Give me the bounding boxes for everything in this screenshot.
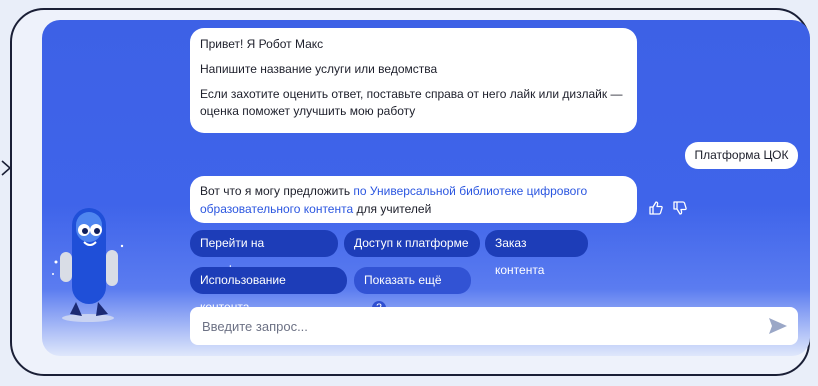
send-icon[interactable] [768, 317, 788, 335]
chevron-right-icon [1, 160, 12, 176]
access-platform-button[interactable]: Доступ к платформе [344, 230, 480, 257]
order-content-button[interactable]: Заказ контента [485, 230, 588, 277]
bot-message-reply: Вот что я могу предложить по Универсальн… [190, 176, 637, 223]
query-input-box [190, 307, 798, 345]
robot-mascot [52, 208, 124, 322]
show-more-label: Показать ещё [364, 273, 442, 287]
thumbs-down-icon[interactable] [672, 200, 688, 216]
reply-prefix: Вот что я могу предложить [200, 184, 351, 198]
bot-message-welcome: Привет! Я Робот Макс Напишите название у… [190, 28, 637, 133]
rating-controls [648, 200, 688, 216]
chat-window: Привет! Я Робот Макс Напишите название у… [42, 20, 810, 356]
use-content-button[interactable]: Использование контента [190, 267, 347, 314]
go-platform-button[interactable]: Перейти на платформу [190, 230, 338, 277]
thumbs-up-icon[interactable] [648, 200, 664, 216]
query-input[interactable] [200, 317, 744, 335]
greeting-text: Привет! Я Робот Макс [200, 37, 324, 51]
show-more-button[interactable]: Показать ещё2 [354, 267, 471, 315]
user-message: Платформа ЦОК [685, 142, 798, 169]
rating-hint-text: Если захотите оценить ответ, поставьте с… [200, 87, 623, 118]
prompt-text: Напишите название услуги или ведомства [200, 62, 438, 76]
reply-suffix: для учителей [356, 202, 432, 216]
